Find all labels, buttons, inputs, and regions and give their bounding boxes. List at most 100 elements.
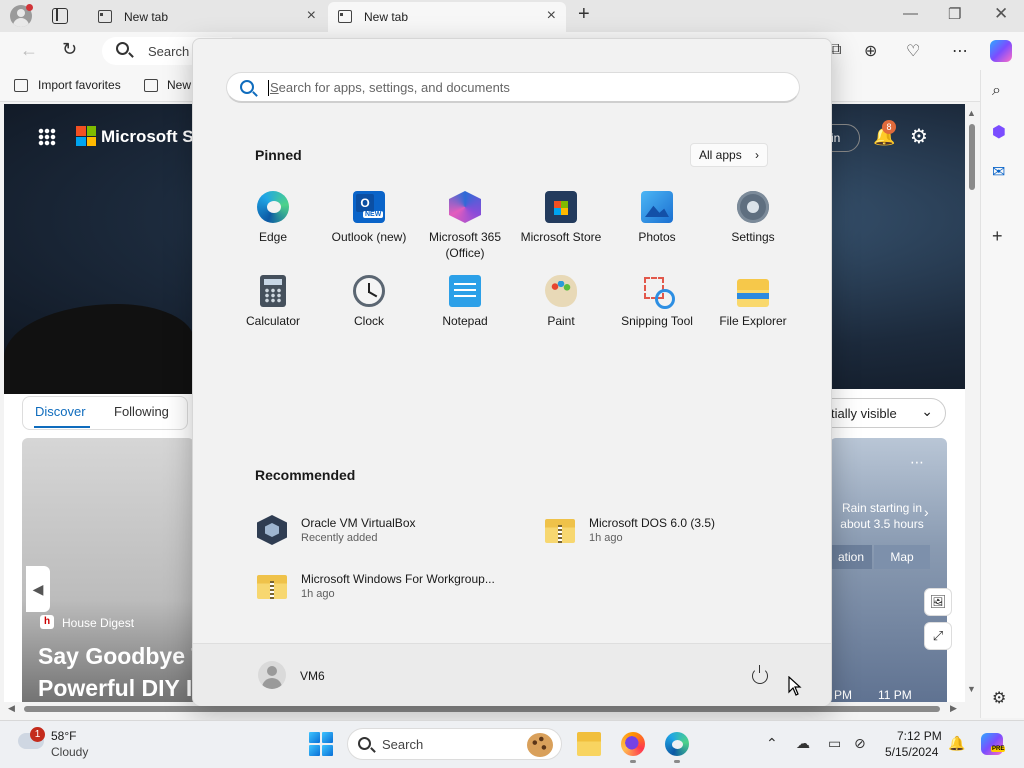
expand-icon[interactable]: ⤢ bbox=[924, 622, 952, 650]
recommended-subtitle: 1h ago bbox=[589, 532, 623, 544]
new-tab-button[interactable]: + bbox=[578, 3, 590, 26]
app-label: Edge bbox=[258, 230, 288, 244]
pinned-app-paint[interactable]: Paint bbox=[513, 275, 609, 351]
recommended-item[interactable]: Oracle VM VirtualBox Recently added bbox=[257, 513, 507, 553]
scroll-up-icon[interactable]: ▲ bbox=[967, 108, 976, 118]
all-apps-label: All apps bbox=[699, 148, 742, 162]
calculator-icon bbox=[260, 275, 286, 307]
pinned-app-m365[interactable]: Microsoft 365 (Office) bbox=[417, 191, 513, 267]
scroll-down-icon[interactable]: ▼ bbox=[967, 684, 976, 694]
clock-date[interactable]: 5/15/2024 bbox=[885, 745, 938, 759]
pinned-app-calculator[interactable]: Calculator bbox=[225, 275, 321, 351]
scroll-thumb[interactable] bbox=[969, 124, 975, 190]
sidebar-add-icon[interactable]: + bbox=[992, 226, 1003, 247]
more-options-icon[interactable]: ⋯ bbox=[952, 41, 968, 61]
start-search-input[interactable]: Search for apps, settings, and documents bbox=[226, 72, 800, 103]
onedrive-offline-icon[interactable]: ☁ bbox=[796, 735, 810, 752]
tab-title: New tab bbox=[364, 10, 409, 24]
source-logo-icon: h bbox=[40, 615, 54, 629]
notification-bell-icon[interactable]: 🔔 bbox=[948, 735, 965, 752]
clock-time[interactable]: 7:12 PM bbox=[897, 729, 942, 743]
recommended-item[interactable]: Microsoft Windows For Workgroup... 1h ag… bbox=[257, 569, 517, 609]
user-name[interactable]: VM6 bbox=[300, 669, 325, 683]
all-apps-button[interactable]: All apps › bbox=[690, 143, 768, 167]
browser-essentials-icon[interactable]: ♡ bbox=[906, 41, 920, 61]
card-more-icon[interactable]: ⋯ bbox=[910, 454, 924, 471]
recommended-name: Oracle VM VirtualBox bbox=[301, 516, 416, 530]
pinned-app-settings[interactable]: Settings bbox=[705, 191, 801, 267]
show-hidden-icons-chevron-icon[interactable]: ⌃ bbox=[766, 735, 778, 752]
taskbar-copilot-icon[interactable]: PRE bbox=[981, 733, 1006, 755]
paint-icon bbox=[545, 275, 577, 307]
browser-tab-strip: New tab × New tab × + — ❐ ✕ bbox=[0, 0, 1024, 32]
profile-alert-dot bbox=[26, 4, 33, 11]
tab-close-icon[interactable]: × bbox=[307, 7, 316, 25]
sidebar-m365-icon[interactable]: ⬢ bbox=[992, 122, 1006, 142]
back-arrow-icon[interactable]: ← bbox=[20, 40, 38, 61]
copilot-icon[interactable] bbox=[990, 40, 1012, 62]
pinned-app-snipping-tool[interactable]: Snipping Tool bbox=[609, 275, 705, 351]
chevron-right-icon: › bbox=[755, 148, 759, 162]
sidebar-search-icon[interactable]: ⌕ bbox=[992, 82, 1001, 100]
taskbar-edge-icon[interactable] bbox=[665, 732, 689, 756]
scroll-right-icon[interactable]: ▶ bbox=[950, 703, 957, 714]
weather-tab-precipitation[interactable]: ation bbox=[830, 545, 872, 569]
chevron-right-icon[interactable]: › bbox=[924, 504, 929, 520]
user-avatar-icon[interactable] bbox=[258, 661, 286, 689]
weather-time-label: PM bbox=[834, 688, 852, 702]
app-label: Clock bbox=[353, 314, 384, 328]
start-button-icon[interactable] bbox=[309, 732, 333, 756]
vertical-scrollbar[interactable]: ▲ ▼ bbox=[965, 104, 979, 704]
favorite-import[interactable]: Import favorites bbox=[38, 78, 121, 92]
pinned-app-outlook[interactable]: Outlook (new) bbox=[321, 191, 417, 267]
tab-close-icon[interactable]: × bbox=[547, 7, 556, 25]
pinned-app-store[interactable]: Microsoft Store bbox=[513, 191, 609, 267]
app-label: Paint bbox=[547, 314, 575, 328]
volume-muted-icon[interactable]: ⊘ bbox=[854, 735, 866, 752]
favorite-new[interactable]: New bbox=[167, 78, 191, 92]
taskbar-search-box[interactable]: Search bbox=[347, 728, 562, 760]
network-icon[interactable]: ▭ bbox=[828, 735, 841, 752]
page-settings-icon[interactable]: ⚙ bbox=[910, 124, 928, 149]
tab-actions-icon[interactable] bbox=[52, 8, 68, 24]
hero-rock-silhouette bbox=[4, 304, 194, 394]
minimize-icon[interactable]: — bbox=[903, 5, 918, 22]
recommended-item[interactable]: Microsoft DOS 6.0 (3.5) 1h ago bbox=[545, 513, 795, 553]
weather-card[interactable] bbox=[830, 438, 947, 704]
pinned-app-photos[interactable]: Photos bbox=[609, 191, 705, 267]
sidebar-outlook-icon[interactable]: ✉ bbox=[992, 162, 1005, 182]
power-icon[interactable] bbox=[752, 665, 768, 684]
taskbar-firefox-icon[interactable] bbox=[621, 732, 645, 756]
start-menu-footer bbox=[193, 643, 831, 706]
pinned-app-clock[interactable]: Clock bbox=[321, 275, 417, 351]
app-launcher-icon[interactable] bbox=[38, 128, 56, 146]
tab-discover[interactable]: Discover bbox=[35, 404, 86, 419]
scroll-thumb[interactable] bbox=[24, 706, 940, 712]
collections-icon[interactable]: ⊕ bbox=[864, 41, 877, 61]
carousel-prev-icon[interactable]: ◀ bbox=[26, 566, 50, 612]
weather-condition[interactable]: Cloudy bbox=[51, 745, 88, 759]
refresh-icon[interactable]: ↻ bbox=[62, 39, 77, 60]
weather-tab-map[interactable]: Map bbox=[874, 545, 930, 569]
pinned-app-file-explorer[interactable]: File Explorer bbox=[705, 275, 801, 351]
microsoft-logo-icon bbox=[76, 126, 96, 146]
pinned-heading: Pinned bbox=[255, 147, 302, 163]
recommended-name: Microsoft Windows For Workgroup... bbox=[301, 572, 495, 586]
app-label: Microsoft Store bbox=[520, 230, 602, 244]
close-window-icon[interactable]: ✕ bbox=[994, 4, 1008, 24]
sidebar-settings-icon[interactable]: ⚙ bbox=[992, 688, 1006, 708]
scroll-left-icon[interactable]: ◀ bbox=[8, 703, 15, 714]
taskbar-file-explorer-icon[interactable] bbox=[577, 732, 601, 756]
tab-following[interactable]: Following bbox=[114, 404, 169, 419]
pinned-app-edge[interactable]: Edge bbox=[225, 191, 321, 267]
new-tab-favicon-icon bbox=[338, 10, 352, 23]
restore-icon[interactable]: ❐ bbox=[948, 5, 961, 23]
weather-temperature[interactable]: 58°F bbox=[51, 729, 76, 743]
recommended-subtitle: Recently added bbox=[301, 532, 378, 544]
tab-new-tab-2[interactable]: New tab × bbox=[328, 2, 566, 32]
edge-icon bbox=[257, 191, 289, 223]
tab-title: New tab bbox=[124, 10, 169, 24]
tab-new-tab-1[interactable]: New tab × bbox=[88, 2, 326, 32]
background-image-icon[interactable]: 🖼 bbox=[924, 588, 952, 616]
pinned-app-notepad[interactable]: Notepad bbox=[417, 275, 513, 351]
